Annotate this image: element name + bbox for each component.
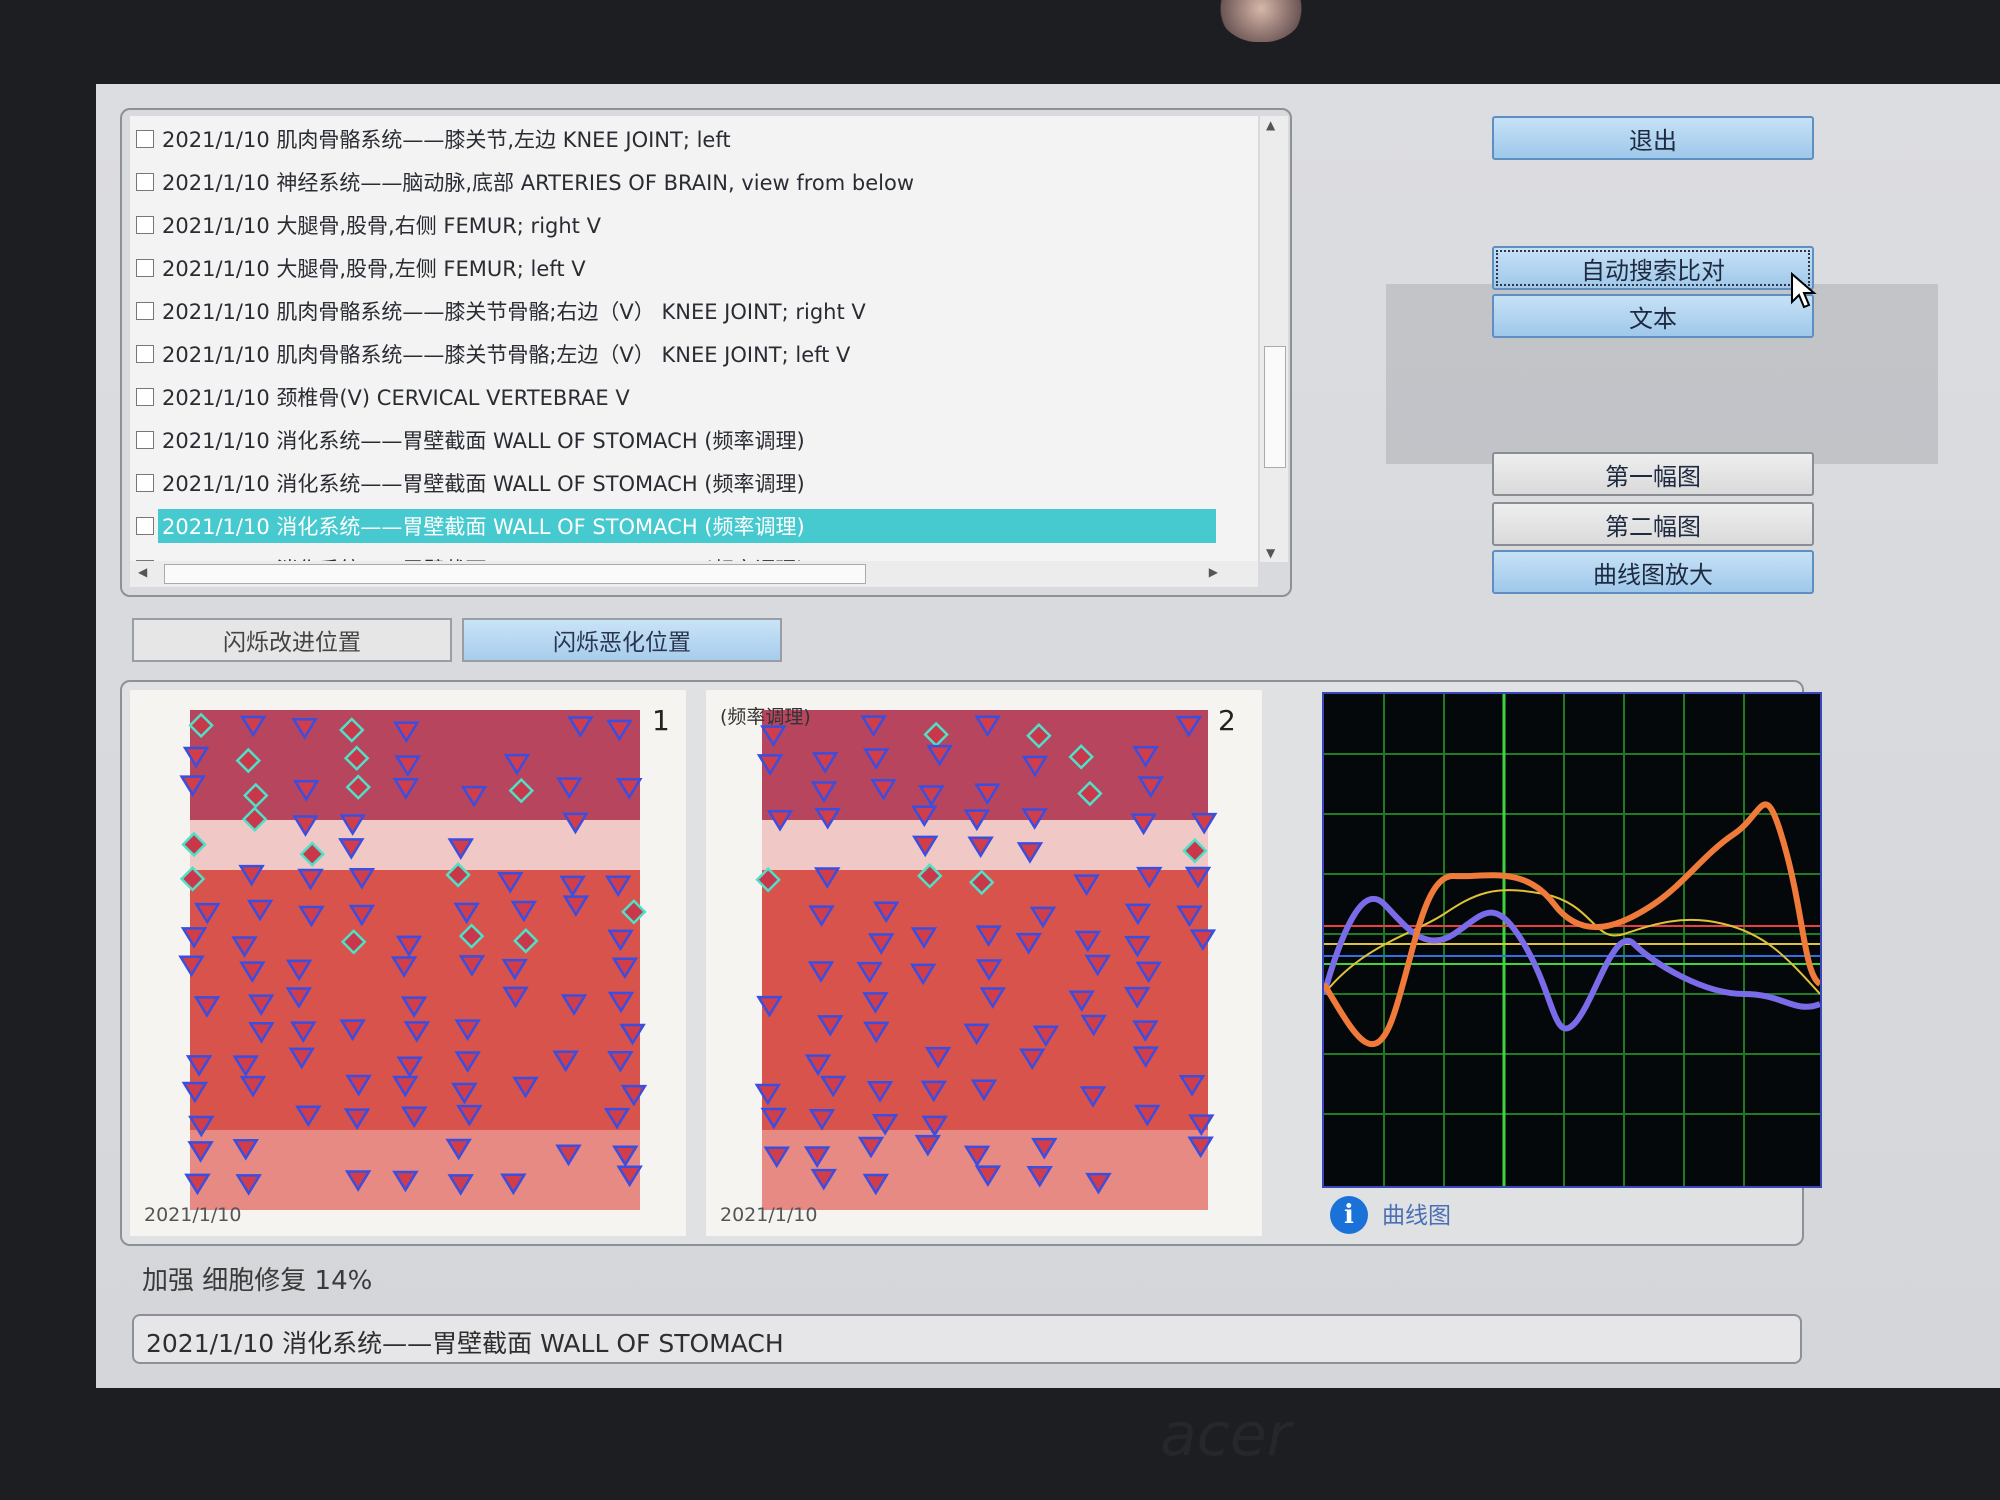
list-item-label: 2021/1/10 肌肉骨骼系统——膝关节骨骼;右边（V） KNEE JOINT… <box>162 300 866 324</box>
row-checkbox[interactable] <box>136 302 154 320</box>
list-item[interactable]: 2021/1/10 肌肉骨骼系统——膝关节骨骼;左边（V） KNEE JOINT… <box>130 331 1258 371</box>
app-window: 2021/1/10 肌肉骨骼系统——膝关节,左边 KNEE JOINT; lef… <box>96 84 2000 1388</box>
horizontal-scrollbar[interactable]: ◀ ▶ <box>130 561 1258 587</box>
record-list[interactable]: 2021/1/10 肌肉骨骼系统——膝关节,左边 KNEE JOINT; lef… <box>130 116 1258 562</box>
image-number: 2 <box>1218 704 1236 737</box>
row-checkbox[interactable] <box>136 345 154 363</box>
monitor-brand-logo: acer <box>1160 1400 1292 1470</box>
row-checkbox[interactable] <box>136 216 154 234</box>
list-item-label: 2021/1/10 消化系统——胃壁截面 WALL OF STOMACH (频率… <box>162 429 805 453</box>
tab-improve-position[interactable]: 闪烁改进位置 <box>132 618 452 662</box>
image-caption: (频率调理) <box>720 706 811 728</box>
list-item[interactable]: 2021/1/10 消化系统——胃壁截面 WALL OF STOMACH (频率… <box>130 460 1258 500</box>
list-item[interactable]: 2021/1/10 神经系统——脑动脉,底部 ARTERIES OF BRAIN… <box>130 159 1258 199</box>
image-date: 2021/1/10 <box>144 1204 242 1226</box>
list-item[interactable]: 2021/1/10 消化系统——胃壁截面 WALL OF STOMACH (频率… <box>130 546 1258 562</box>
status-text: 加强 细胞修复 14% <box>142 1266 373 1296</box>
second-image-button[interactable]: 第二幅图 <box>1492 502 1814 546</box>
row-checkbox[interactable] <box>136 259 154 277</box>
vertical-scrollbar[interactable]: ▲ ▼ <box>1260 116 1288 562</box>
current-record-bar: 2021/1/10 消化系统——胃壁截面 WALL OF STOMACH <box>132 1314 1802 1364</box>
image-number: 1 <box>652 704 670 737</box>
tab-worsen-position[interactable]: 闪烁恶化位置 <box>462 618 782 662</box>
camera-glare <box>1215 0 1307 42</box>
list-item-label: 2021/1/10 大腿骨,股骨,右侧 FEMUR; right V <box>162 214 601 238</box>
list-item[interactable]: 2021/1/10 肌肉骨骼系统——膝关节,左边 KNEE JOINT; lef… <box>130 116 1258 156</box>
list-item-label: 2021/1/10 神经系统——脑动脉,底部 ARTERIES OF BRAIN… <box>162 171 915 195</box>
tissue-image-2[interactable]: (频率调理) 2 2021/1/10 <box>706 690 1262 1236</box>
curve-graph[interactable] <box>1321 692 1822 1188</box>
list-item[interactable]: 2021/1/10 大腿骨,股骨,右侧 FEMUR; right V <box>130 202 1258 242</box>
exit-button[interactable]: 退出 <box>1492 116 1814 160</box>
row-checkbox[interactable] <box>136 474 154 492</box>
list-item[interactable]: 2021/1/10 肌肉骨骼系统——膝关节骨骼;右边（V） KNEE JOINT… <box>130 288 1258 328</box>
info-icon[interactable]: i <box>1330 1196 1368 1234</box>
image-date: 2021/1/10 <box>720 1204 818 1226</box>
stomach-wall-illustration-1 <box>178 710 648 1210</box>
row-checkbox[interactable] <box>136 130 154 148</box>
current-record-label: 2021/1/10 消化系统——胃壁截面 WALL OF STOMACH <box>146 1329 784 1358</box>
curve-graph-canvas <box>1321 694 1822 1186</box>
list-item-label: 2021/1/10 大腿骨,股骨,左侧 FEMUR; left V <box>162 257 586 281</box>
list-item[interactable]: 2021/1/10 消化系统——胃壁截面 WALL OF STOMACH (频率… <box>130 417 1258 457</box>
curve-graph-label: 曲线图 <box>1382 1203 1451 1229</box>
tissue-image-1[interactable]: 1 2021/1/10 <box>130 690 686 1236</box>
auto-search-compare-button[interactable]: 自动搜索比对 <box>1492 246 1814 290</box>
list-item-selected[interactable]: 2021/1/10 消化系统——胃壁截面 WALL OF STOMACH (频率… <box>130 503 1258 543</box>
scroll-left-icon[interactable]: ◀ <box>138 565 147 579</box>
scroll-right-icon[interactable]: ▶ <box>1209 565 1218 579</box>
list-item-label: 2021/1/10 消化系统——胃壁截面 WALL OF STOMACH (频率… <box>158 509 1216 543</box>
list-item-label: 2021/1/10 颈椎骨(V) CERVICAL VERTEBRAE V <box>162 386 630 410</box>
list-item[interactable]: 2021/1/10 颈椎骨(V) CERVICAL VERTEBRAE V <box>130 374 1258 414</box>
list-item[interactable]: 2021/1/10 大腿骨,股骨,左侧 FEMUR; left V <box>130 245 1258 285</box>
horizontal-scroll-thumb[interactable] <box>164 564 866 584</box>
scroll-down-icon[interactable]: ▼ <box>1266 546 1275 560</box>
image-comparison-panel: 1 2021/1/10 (频率调理) 2 2021/1/10 i 曲线图 <box>120 680 1822 1246</box>
list-item-label: 2021/1/10 消化系统——胃壁截面 WALL OF STOMACH (频率… <box>162 472 805 496</box>
list-item-label: 2021/1/10 肌肉骨骼系统——膝关节,左边 KNEE JOINT; lef… <box>162 128 731 152</box>
row-checkbox[interactable] <box>136 517 154 535</box>
row-checkbox[interactable] <box>136 431 154 449</box>
stomach-wall-illustration-2 <box>754 710 1218 1210</box>
row-checkbox[interactable] <box>136 388 154 406</box>
enlarge-curve-button[interactable]: 曲线图放大 <box>1492 550 1814 594</box>
row-checkbox[interactable] <box>136 173 154 191</box>
text-button[interactable]: 文本 <box>1492 294 1814 338</box>
first-image-button[interactable]: 第一幅图 <box>1492 452 1814 496</box>
mouse-cursor-icon <box>1791 272 1817 309</box>
scroll-up-icon[interactable]: ▲ <box>1266 118 1275 132</box>
list-item-label: 2021/1/10 肌肉骨骼系统——膝关节骨骼;左边（V） KNEE JOINT… <box>162 343 851 367</box>
vertical-scroll-thumb[interactable] <box>1264 346 1286 468</box>
record-list-panel: 2021/1/10 肌肉骨骼系统——膝关节,左边 KNEE JOINT; lef… <box>120 108 1292 597</box>
